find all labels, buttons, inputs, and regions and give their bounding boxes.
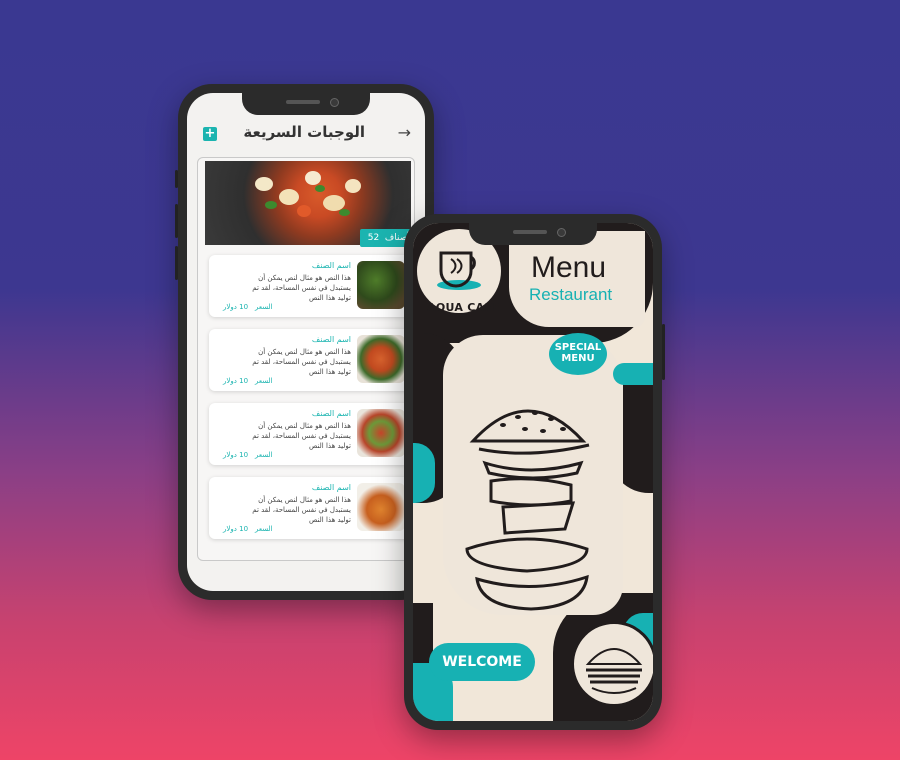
items-count-value: 52	[367, 233, 380, 243]
item-name: اسم الصنف	[311, 483, 351, 492]
phone-notch	[469, 223, 597, 245]
item-price: 10 دولار	[223, 525, 249, 533]
item-price: 10 دولار	[223, 377, 249, 385]
screen-header: + الوجبات السريعة →	[187, 123, 425, 149]
side-button	[175, 204, 178, 238]
menu-list-screen: + الوجبات السريعة → الأصناف 52 اسم الصنف…	[187, 93, 425, 591]
price-label: السعر	[255, 377, 273, 385]
price-label: السعر	[255, 525, 273, 533]
burger-icon	[585, 648, 643, 694]
item-description: هذا النص هو مثال لنص يمكن أن يستبدل في ن…	[252, 274, 351, 302]
item-name: اسم الصنف	[311, 335, 351, 344]
menu-item-card[interactable]: اسم الصنف هذا النص هو مثال لنص يمكن أن ي…	[209, 255, 411, 317]
item-name: اسم الصنف	[311, 261, 351, 270]
side-button	[175, 170, 178, 188]
page-title: الوجبات السريعة	[243, 123, 365, 141]
menu-poster-screen: AQUA CAFE Menu Restaurant SPECIAL MENU W…	[413, 223, 653, 721]
item-name: اسم الصنف	[311, 409, 351, 418]
special-label: SPECIAL	[554, 342, 602, 353]
phone-notch	[242, 93, 370, 115]
item-description: هذا النص هو مثال لنص يمكن أن يستبدل في ن…	[252, 496, 351, 524]
menu-item-card[interactable]: اسم الصنف هذا النص هو مثال لنص يمكن أن ي…	[209, 477, 411, 539]
plus-icon[interactable]: +	[203, 127, 217, 141]
dish-image	[357, 483, 405, 531]
side-button	[175, 246, 178, 280]
item-description: هذا النص هو مثال لنص يمكن أن يستبدل في ن…	[252, 422, 351, 450]
item-description: هذا النص هو مثال لنص يمكن أن يستبدل في ن…	[252, 348, 351, 376]
special-menu-badge[interactable]: SPECIAL MENU	[549, 333, 607, 375]
menu-item-card[interactable]: اسم الصنف هذا النص هو مثال لنص يمكن أن ي…	[209, 329, 411, 391]
item-price: 10 دولار	[223, 451, 249, 459]
menu-subtitle: Restaurant	[529, 285, 613, 304]
price-label: السعر	[255, 451, 273, 459]
item-price: 10 دولار	[223, 303, 249, 311]
special-menu-label: MENU	[561, 353, 595, 364]
menu-title: Menu	[531, 251, 607, 284]
arrow-right-icon[interactable]: →	[398, 123, 411, 142]
dish-image	[357, 261, 405, 309]
phone-mockup-menu-list: + الوجبات السريعة → الأصناف 52 اسم الصنف…	[175, 84, 437, 600]
brand-name: AQUA CAFE	[427, 301, 501, 314]
teal-splash	[413, 443, 435, 503]
side-button	[662, 324, 665, 380]
small-burger-illustration	[571, 621, 653, 707]
dish-image	[357, 335, 405, 383]
dish-image	[357, 409, 405, 457]
welcome-badge[interactable]: WELCOME	[429, 643, 535, 681]
burger-illustration	[465, 409, 590, 611]
menu-item-card[interactable]: اسم الصنف هذا النص هو مثال لنص يمكن أن ي…	[209, 403, 411, 465]
price-label: السعر	[255, 303, 273, 311]
phone-mockup-menu-poster: AQUA CAFE Menu Restaurant SPECIAL MENU W…	[404, 214, 665, 730]
teal-splash	[613, 363, 653, 385]
